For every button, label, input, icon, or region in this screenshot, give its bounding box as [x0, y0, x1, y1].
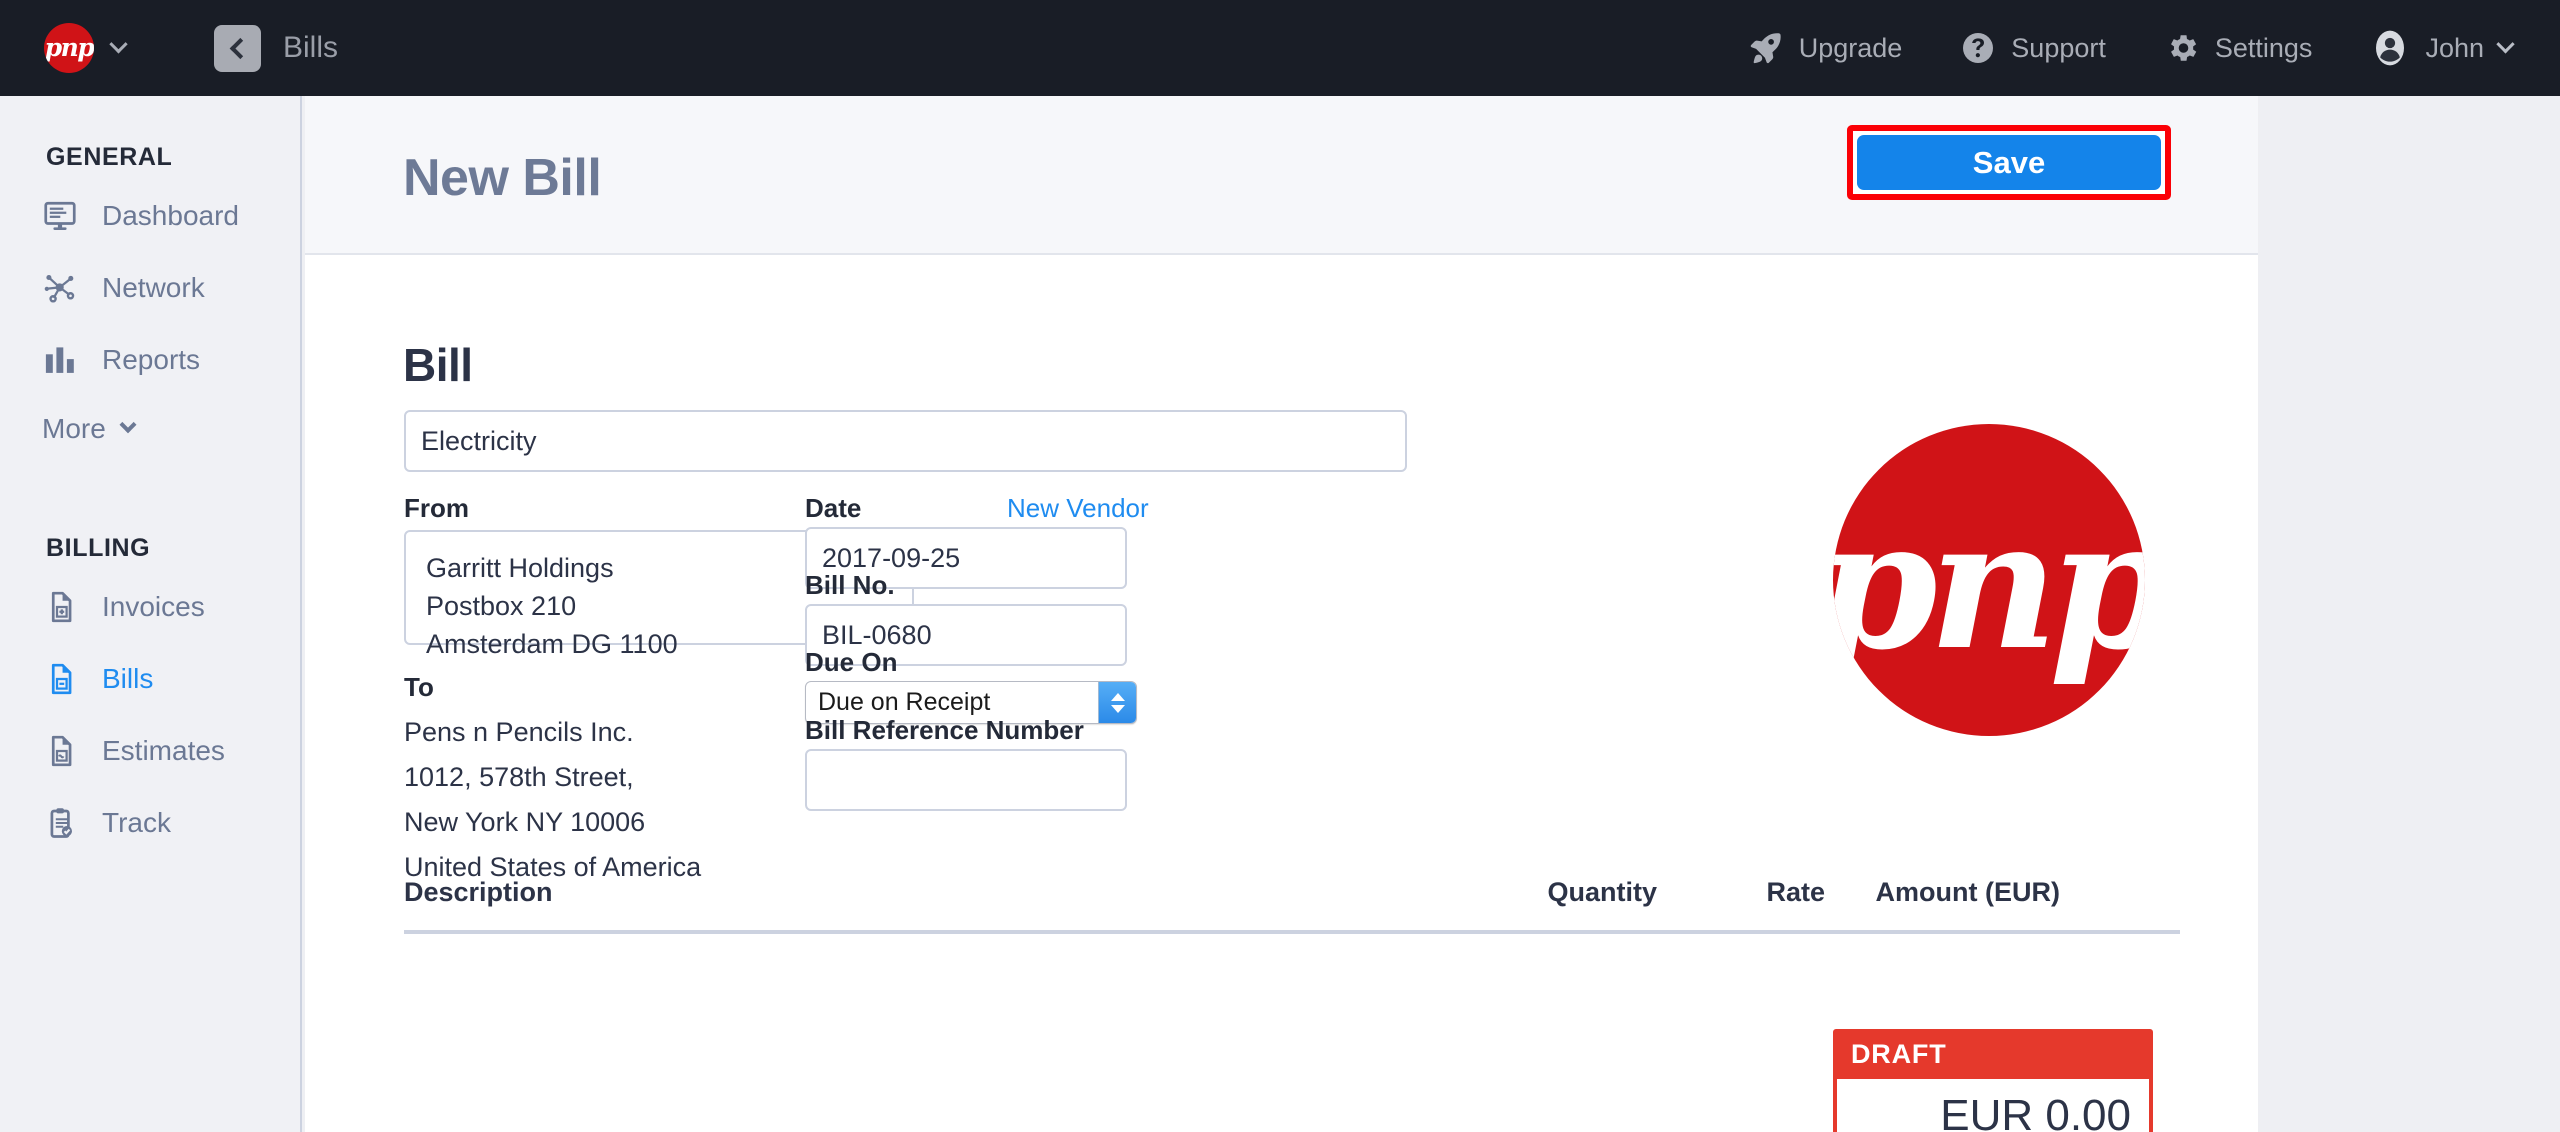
card-body: Bill From New Vendor Garritt Holdings Po…: [305, 255, 2258, 1130]
sidebar-label-estimates: Estimates: [102, 735, 225, 767]
sidebar-heading-general: GENERAL: [46, 143, 300, 172]
to-line-2: New York NY 10006: [404, 800, 701, 845]
chevron-left-icon: [230, 37, 251, 58]
to-line-1: 1012, 578th Street,: [404, 755, 701, 800]
avatar-icon: [2370, 28, 2410, 68]
sidebar-item-invoices[interactable]: Invoices: [0, 571, 300, 643]
line-items-table-header: Description Quantity Rate Amount (EUR): [404, 877, 2180, 934]
monitor-icon: [42, 198, 78, 234]
due-on-label: Due On: [805, 647, 897, 678]
brand-menu[interactable]: pnp: [44, 23, 125, 73]
to-label: To: [404, 672, 434, 703]
column-header-quantity: Quantity: [1477, 877, 1657, 908]
nav-item-support[interactable]: Support: [1960, 30, 2106, 66]
sidebar-label-dashboard: Dashboard: [102, 200, 239, 232]
nav-label-support: Support: [2011, 33, 2106, 64]
nav-label-user: John: [2425, 33, 2484, 64]
sidebar-label-bills: Bills: [102, 663, 153, 695]
column-header-description: Description: [404, 877, 1477, 908]
sidebar-label-track: Track: [102, 807, 171, 839]
document-tilde-icon: [42, 733, 78, 769]
sidebar-item-bills[interactable]: Bills: [0, 643, 300, 715]
content-card: New Bill Save Bill From New Vendor Garri…: [305, 96, 2258, 1132]
chevron-down-icon[interactable]: [109, 35, 127, 53]
sidebar-label-invoices: Invoices: [102, 591, 205, 623]
sidebar-item-network[interactable]: Network: [0, 252, 300, 324]
gear-icon: [2164, 30, 2200, 66]
breadcrumb: Bills: [214, 25, 338, 72]
card-header: New Bill Save: [305, 96, 2258, 255]
chevron-down-icon[interactable]: [2496, 35, 2514, 53]
sidebar-item-reports[interactable]: Reports: [0, 324, 300, 396]
question-circle-icon: [1960, 30, 1996, 66]
save-button-highlight: Save: [1847, 125, 2171, 200]
nav-label-settings: Settings: [2215, 33, 2313, 64]
document-plus-icon: [42, 589, 78, 625]
sidebar-heading-billing: BILLING: [46, 534, 300, 563]
page-title: New Bill: [403, 148, 601, 208]
sidebar-item-track[interactable]: Track: [0, 787, 300, 859]
top-nav-actions: Upgrade Support Settings: [1748, 28, 2512, 68]
status-badge-label: DRAFT: [1837, 1033, 2149, 1079]
bar-chart-icon: [42, 342, 78, 378]
nav-item-user[interactable]: John: [2370, 28, 2512, 68]
sidebar-more-label: More: [42, 413, 106, 445]
chevron-down-icon: [119, 416, 136, 433]
due-on-selected-value: Due on Receipt: [806, 688, 1098, 717]
nav-item-upgrade[interactable]: Upgrade: [1748, 30, 1903, 66]
save-button[interactable]: Save: [1857, 135, 2161, 190]
sidebar-more-toggle[interactable]: More: [0, 396, 300, 462]
sidebar-item-dashboard[interactable]: Dashboard: [0, 180, 300, 252]
new-vendor-link[interactable]: New Vendor: [1007, 493, 1149, 524]
document-minus-icon: [42, 661, 78, 697]
bill-name-input[interactable]: [404, 410, 1407, 472]
stepper-arrows-icon[interactable]: [1098, 682, 1136, 723]
back-button[interactable]: [214, 25, 261, 72]
date-label: Date: [805, 493, 861, 524]
status-badge: DRAFT EUR 0.00: [1833, 1029, 2153, 1132]
sidebar-item-estimates[interactable]: Estimates: [0, 715, 300, 787]
to-line-0: Pens n Pencils Inc.: [404, 710, 701, 755]
clipboard-check-icon: [42, 805, 78, 841]
sidebar-label-reports: Reports: [102, 344, 200, 376]
sidebar: GENERAL Dashboard: [0, 96, 302, 1132]
bill-section-title: Bill: [403, 338, 473, 392]
breadcrumb-label[interactable]: Bills: [283, 31, 338, 65]
sidebar-label-network: Network: [102, 272, 205, 304]
nav-label-upgrade: Upgrade: [1799, 33, 1903, 64]
bill-reference-number-label: Bill Reference Number: [805, 715, 1084, 746]
column-header-amount: Amount (EUR): [1825, 877, 2180, 908]
app-root: pnp Bills Upgrade: [0, 0, 2560, 1132]
network-icon: [42, 270, 78, 306]
company-logo: pnp: [1833, 424, 2145, 736]
to-address: Pens n Pencils Inc. 1012, 578th Street, …: [404, 710, 701, 890]
company-logo-text: pnp: [1833, 480, 2145, 689]
pnp-logo-icon: pnp: [44, 23, 94, 73]
top-navbar: pnp Bills Upgrade: [0, 0, 2560, 96]
bill-no-label: Bill No.: [805, 570, 895, 601]
bill-reference-number-input[interactable]: [805, 749, 1127, 811]
rocket-icon: [1748, 30, 1784, 66]
nav-item-settings[interactable]: Settings: [2164, 30, 2313, 66]
column-header-rate: Rate: [1657, 877, 1825, 908]
from-label: From: [404, 493, 469, 524]
pnp-logo-text: pnp: [45, 33, 94, 62]
total-amount: EUR 0.00: [1837, 1079, 2149, 1132]
